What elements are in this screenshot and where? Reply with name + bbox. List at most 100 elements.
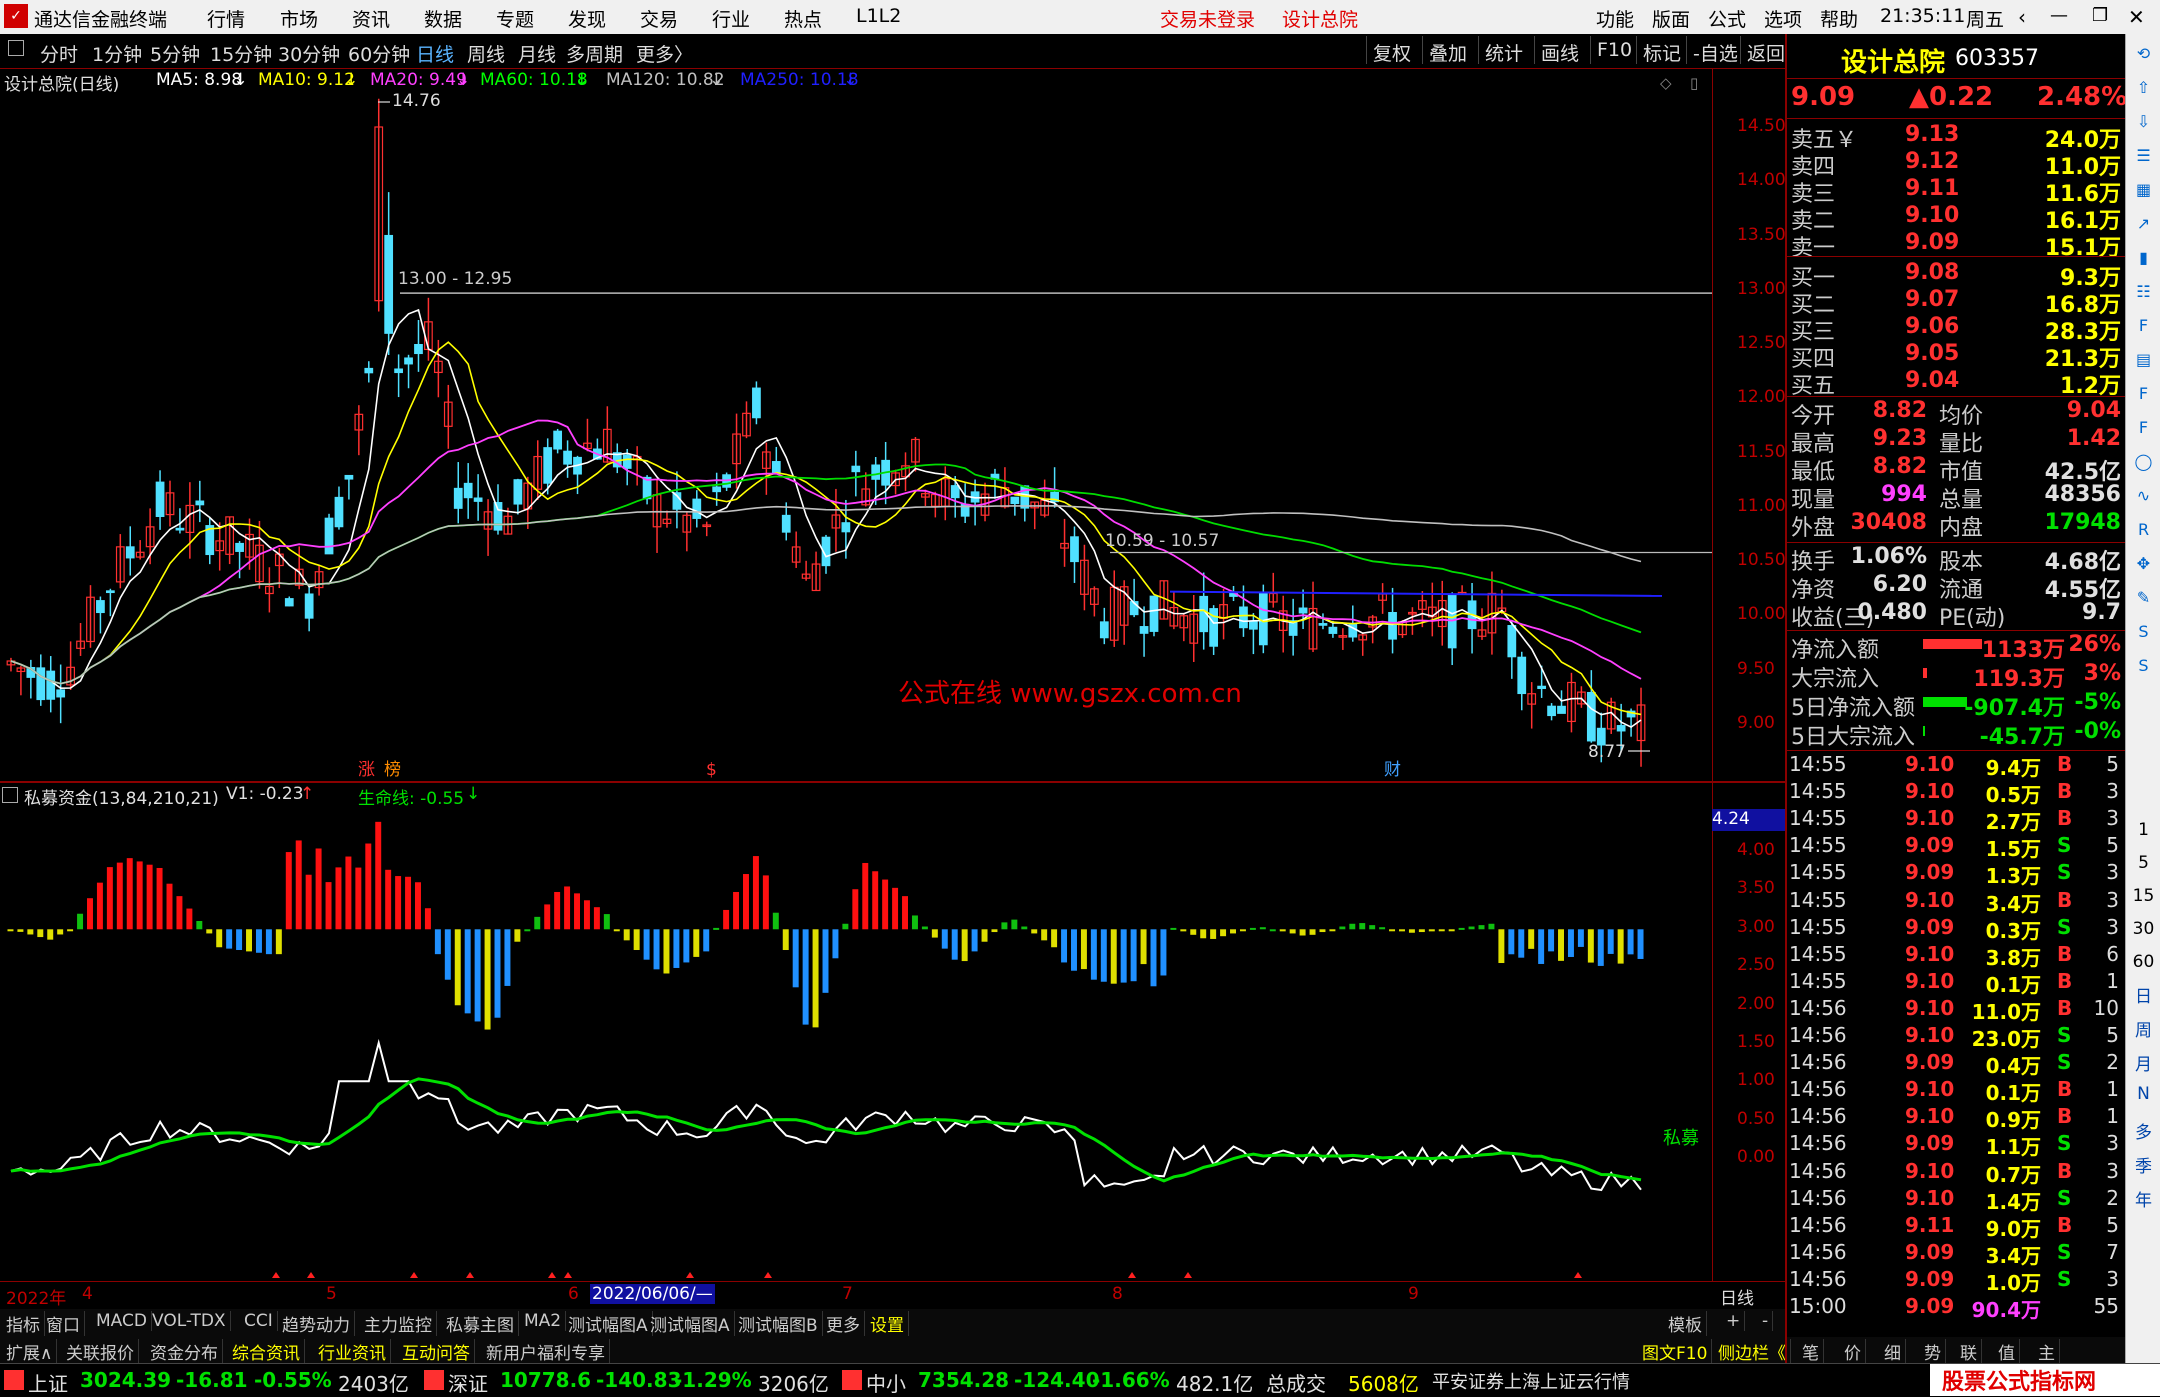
toolbar-button-4[interactable]: F10 <box>1590 36 1636 64</box>
indicator-toggle-icon[interactable] <box>2 787 18 803</box>
sidebar-period-7[interactable]: 月 <box>2126 1050 2160 1075</box>
tab2-3[interactable]: 综合资讯 <box>228 1339 305 1364</box>
stock-status[interactable]: 设计总院 <box>1282 5 1358 32</box>
toolbar-button-1[interactable]: 叠加 <box>1422 36 1471 65</box>
tab1-7[interactable]: 私募主图 <box>442 1311 519 1336</box>
tab1-8[interactable]: MA2 <box>520 1311 567 1331</box>
period-2[interactable]: 5分钟 <box>150 40 200 67</box>
period-9[interactable]: 多周期 <box>566 40 623 67</box>
toolbar-button-7[interactable]: 返回 <box>1740 36 1789 65</box>
close-icon[interactable]: ✕ <box>2128 5 2145 29</box>
right-menu-3[interactable]: 选项 <box>1764 5 1802 32</box>
sidebar-period-5[interactable]: 日 <box>2126 982 2160 1007</box>
tab1-12[interactable]: 更多 <box>822 1311 865 1336</box>
tab1-5[interactable]: 趋势动力 <box>278 1311 355 1336</box>
sidebar-period-0[interactable]: 1 <box>2126 820 2160 840</box>
fs2-icon[interactable]: S <box>2130 652 2157 679</box>
sidebar-period-3[interactable]: 30 <box>2126 919 2160 939</box>
sidebar-period-11[interactable]: 年 <box>2126 1186 2160 1211</box>
menu-5[interactable]: 发现 <box>568 5 606 32</box>
bars-icon[interactable]: ▮ <box>2130 244 2157 271</box>
f2-icon[interactable]: F <box>2130 414 2157 441</box>
tab1-14[interactable]: 模板 <box>1664 1311 1707 1336</box>
trade-status[interactable]: 交易未登录 <box>1160 5 1255 32</box>
sidebar-period-10[interactable]: 季 <box>2126 1152 2160 1177</box>
period-6[interactable]: 日线 <box>416 40 454 67</box>
right-menu-2[interactable]: 公式 <box>1708 5 1746 32</box>
tab2-6[interactable]: 新用户福利专享 <box>482 1339 610 1364</box>
min-window-icon[interactable]: — <box>2050 5 2068 26</box>
toolbar-button-5[interactable]: 标记 <box>1636 36 1685 65</box>
panel-toggle-icon[interactable] <box>8 40 24 56</box>
right-menu-1[interactable]: 版面 <box>1652 5 1690 32</box>
tab1-6[interactable]: 主力监控 <box>360 1311 437 1336</box>
chart-icon[interactable]: ↗ <box>2130 210 2157 237</box>
right-menu-0[interactable]: 功能 <box>1596 5 1634 32</box>
tab1-4[interactable]: CCI <box>240 1311 278 1331</box>
sidebar-period-9[interactable]: 多 <box>2126 1118 2160 1143</box>
tab1-3[interactable]: VOL-TDX <box>148 1311 231 1331</box>
tab1-16[interactable]: - <box>1758 1311 1774 1331</box>
tab1-2[interactable]: MACD <box>92 1311 152 1331</box>
tab2-right-1[interactable]: 侧边栏《 <box>1714 1339 1791 1364</box>
menu-2[interactable]: 资讯 <box>352 5 390 32</box>
diamond-icon[interactable]: ◇ <box>1660 74 1672 92</box>
menu-0[interactable]: 行情 <box>207 5 245 32</box>
move-icon[interactable]: ✥ <box>2130 550 2157 577</box>
indicator-chart[interactable] <box>0 783 1712 1281</box>
sidebar-period-2[interactable]: 15 <box>2126 886 2160 906</box>
grid-icon[interactable]: ▦ <box>2130 176 2157 203</box>
fs-icon[interactable]: S <box>2130 618 2157 645</box>
down-icon[interactable]: ⇩ <box>2130 108 2157 135</box>
menu-9[interactable]: L1L2 <box>856 5 901 27</box>
table-icon[interactable]: ☷ <box>2130 278 2157 305</box>
sidebar-period-6[interactable]: 周 <box>2126 1016 2160 1041</box>
period-7[interactable]: 周线 <box>467 40 505 67</box>
menu-7[interactable]: 行业 <box>712 5 750 32</box>
circle-icon[interactable]: ◯ <box>2130 448 2157 475</box>
doc-icon[interactable]: ▤ <box>2130 346 2157 373</box>
tab2-2[interactable]: 资金分布 <box>146 1339 223 1364</box>
toolbar-button-2[interactable]: 统计 <box>1478 36 1527 65</box>
tab2-4[interactable]: 行业资讯 <box>314 1339 391 1364</box>
period-3[interactable]: 15分钟 <box>210 40 272 67</box>
restore-icon[interactable]: ❐ <box>2092 5 2108 26</box>
period-0[interactable]: 分时 <box>40 40 78 67</box>
menu-1[interactable]: 市场 <box>280 5 318 32</box>
right-menu-4[interactable]: 帮助 <box>1820 5 1858 32</box>
menu-6[interactable]: 交易 <box>640 5 678 32</box>
f10-icon[interactable]: F <box>2130 380 2157 407</box>
period-4[interactable]: 30分钟 <box>278 40 340 67</box>
tab2-0[interactable]: 扩展∧ <box>2 1339 58 1364</box>
period-10[interactable]: 更多〉 <box>636 40 693 67</box>
pen-icon[interactable]: ✎ <box>2130 584 2157 611</box>
period-8[interactable]: 月线 <box>518 40 556 67</box>
tab2-1[interactable]: 关联报价 <box>62 1339 139 1364</box>
back-icon[interactable]: ⟲ <box>2130 40 2157 67</box>
period-1[interactable]: 1分钟 <box>92 40 142 67</box>
main-kline-chart[interactable]: 14.76 13.00 - 12.95 10.59 - 10.57 8.77 公式在线 … <box>0 68 1712 781</box>
tab1-9[interactable]: 测试幅图A <box>564 1311 653 1336</box>
wave-icon[interactable]: ∿ <box>2130 482 2157 509</box>
menu-3[interactable]: 数据 <box>424 5 462 32</box>
tab2-right-0[interactable]: 图文F10 <box>1638 1339 1713 1364</box>
list-icon[interactable]: ☰ <box>2130 142 2157 169</box>
toolbar-button-0[interactable]: 复权 <box>1366 36 1415 65</box>
toolbar-button-3[interactable]: 画线 <box>1534 36 1583 65</box>
rsi-icon[interactable]: R <box>2130 516 2157 543</box>
sidebar-period-4[interactable]: 60 <box>2126 952 2160 972</box>
period-5[interactable]: 60分钟 <box>348 40 410 67</box>
tab2-5[interactable]: 互动问答 <box>398 1339 475 1364</box>
toolbar-button-6[interactable]: -自选 <box>1686 36 1742 65</box>
tab1-13[interactable]: 设置 <box>866 1311 909 1336</box>
up-icon[interactable]: ⇧ <box>2130 74 2157 101</box>
minimize-icon[interactable]: ‹ <box>2018 5 2026 29</box>
tab1-0[interactable]: 指标 <box>2 1311 45 1336</box>
window-toggle-icon[interactable]: ▯ <box>1690 74 1698 92</box>
tab1-15[interactable]: + <box>1722 1311 1746 1331</box>
tab1-1[interactable]: 窗口 <box>42 1311 85 1336</box>
menu-8[interactable]: 热点 <box>784 5 822 32</box>
sidebar-period-8[interactable]: N <box>2126 1084 2160 1104</box>
tab1-10[interactable]: 测试幅图A <box>646 1311 735 1336</box>
tab1-11[interactable]: 测试幅图B <box>734 1311 823 1336</box>
